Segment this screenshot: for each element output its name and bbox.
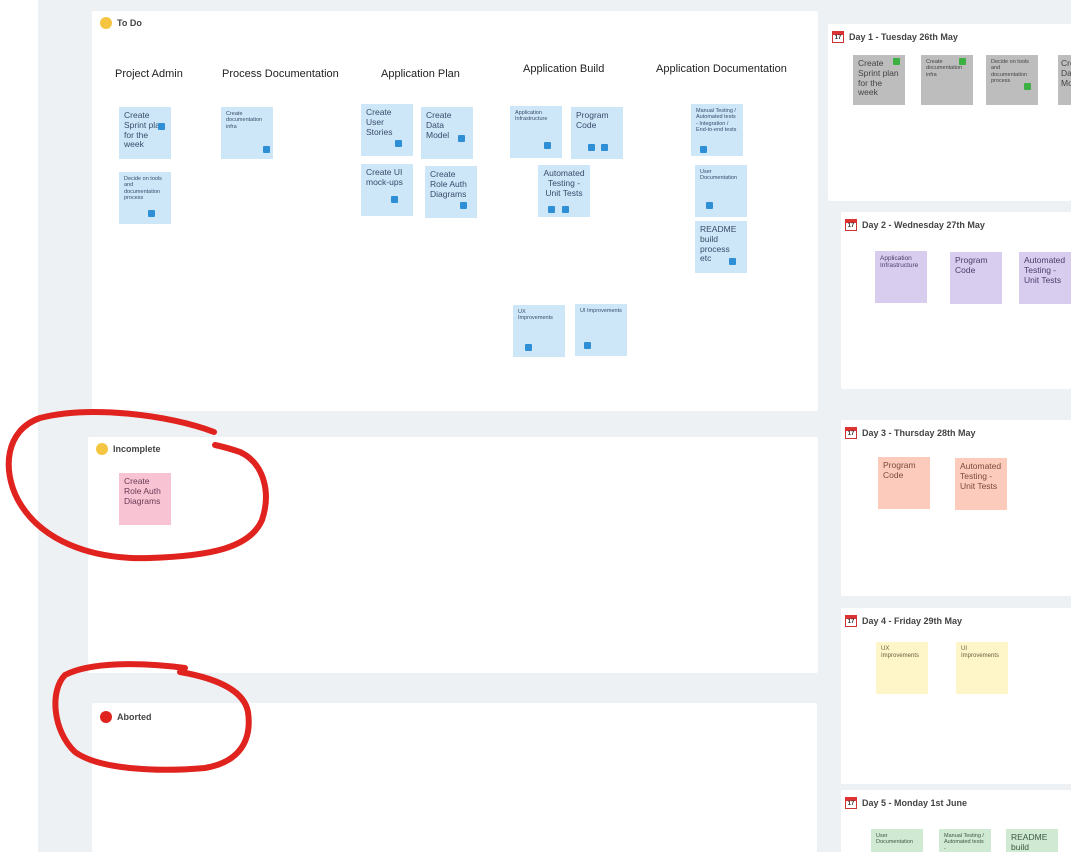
sticky-note[interactable]: User Documentation bbox=[695, 165, 747, 217]
tag-icon bbox=[395, 140, 402, 147]
sticky-note[interactable]: Automated Testing - Unit Tests bbox=[1019, 252, 1071, 304]
day-4-title: 17 Day 4 - Friday 29th May bbox=[845, 615, 962, 627]
tag-icon bbox=[525, 344, 532, 351]
day-1-frame[interactable]: 17 Day 1 - Tuesday 26th May bbox=[828, 24, 1071, 201]
sticky-note[interactable]: Create User Stories bbox=[361, 104, 413, 156]
sticky-note[interactable]: README build bbox=[1006, 829, 1058, 852]
tag-icon bbox=[548, 206, 555, 213]
aborted-frame-title: Aborted bbox=[100, 711, 152, 723]
tag-icon bbox=[584, 342, 591, 349]
day-1-title: 17 Day 1 - Tuesday 26th May bbox=[832, 31, 958, 43]
calendar-icon: 17 bbox=[845, 219, 857, 231]
tag-icon bbox=[458, 135, 465, 142]
incomplete-frame-title: Incomplete bbox=[96, 443, 161, 455]
sticky-note[interactable]: Create Sprint plan for the week bbox=[119, 107, 171, 159]
tag-icon bbox=[391, 196, 398, 203]
calendar-icon: 17 bbox=[845, 615, 857, 627]
sad-face-icon bbox=[96, 443, 108, 455]
sticky-note[interactable]: Decide on tools and documentation proces… bbox=[119, 172, 171, 224]
todo-frame-title: To Do bbox=[100, 17, 142, 29]
tag-icon bbox=[158, 123, 165, 130]
sticky-note[interactable]: Create Role Auth Diagrams bbox=[425, 166, 477, 218]
sticky-note[interactable]: Automated Testing - Unit Tests bbox=[955, 458, 1007, 510]
column-header-application-build: Application Build bbox=[523, 63, 605, 75]
sticky-note[interactable]: Application Infrastructure bbox=[875, 251, 927, 303]
calendar-icon: 17 bbox=[832, 31, 844, 43]
sticky-note[interactable]: UI Improvements bbox=[956, 642, 1008, 694]
anxious-face-icon bbox=[100, 17, 112, 29]
sticky-note[interactable]: Decide on tools and documentation proces… bbox=[986, 55, 1038, 105]
sticky-note[interactable]: Manual Testing / Automated tests - bbox=[939, 829, 991, 852]
sticky-note[interactable]: UX Improvements bbox=[513, 305, 565, 357]
sticky-note[interactable]: Create UI mock-ups bbox=[361, 164, 413, 216]
day-4-frame[interactable]: 17 Day 4 - Friday 29th May bbox=[841, 608, 1071, 784]
day-3-title: 17 Day 3 - Thursday 28th May bbox=[845, 427, 976, 439]
sticky-note[interactable]: UX Improvements bbox=[876, 642, 928, 694]
day-5-title: 17 Day 5 - Monday 1st June bbox=[845, 797, 967, 809]
checkmark-icon bbox=[893, 58, 900, 65]
column-header-application-documentation: Application Documentation bbox=[656, 63, 787, 75]
tag-icon bbox=[148, 210, 155, 217]
day-2-title: 17 Day 2 - Wednesday 27th May bbox=[845, 219, 985, 231]
calendar-icon: 17 bbox=[845, 427, 857, 439]
column-header-project-admin: Project Admin bbox=[115, 68, 183, 80]
sticky-note[interactable]: Program Code bbox=[571, 107, 623, 159]
checkmark-icon bbox=[959, 58, 966, 65]
tag-icon bbox=[460, 202, 467, 209]
sticky-note[interactable]: UI Improvements bbox=[575, 304, 627, 356]
tag-icon bbox=[588, 144, 595, 151]
tag-icon bbox=[601, 144, 608, 151]
sticky-note[interactable]: Program Code bbox=[950, 252, 1002, 304]
column-header-application-plan: Application Plan bbox=[381, 68, 460, 80]
calendar-icon: 17 bbox=[845, 797, 857, 809]
column-header-process-documentation: Process Documentation bbox=[222, 68, 339, 80]
sticky-note[interactable]: Create Role Auth Diagrams bbox=[119, 473, 171, 525]
checkmark-icon bbox=[1024, 83, 1031, 90]
tag-icon bbox=[263, 146, 270, 153]
tag-icon bbox=[544, 142, 551, 149]
aborted-frame[interactable]: Aborted bbox=[92, 703, 817, 852]
incomplete-frame[interactable]: Incomplete bbox=[88, 437, 818, 673]
tag-icon bbox=[706, 202, 713, 209]
tag-icon bbox=[729, 258, 736, 265]
sticky-note[interactable]: Application Infrastructure bbox=[510, 106, 562, 158]
tag-icon bbox=[700, 146, 707, 153]
sticky-note[interactable]: README build process etc bbox=[695, 221, 747, 273]
tag-icon bbox=[562, 206, 569, 213]
red-circle-icon bbox=[100, 711, 112, 723]
sticky-note[interactable]: Create Data Model bbox=[1058, 55, 1071, 105]
sticky-note[interactable]: Create Data Model bbox=[421, 107, 473, 159]
sticky-note[interactable]: Program Code bbox=[878, 457, 930, 509]
sticky-note[interactable]: Manual Testing / Automated tests - Integ… bbox=[691, 104, 743, 156]
sticky-note[interactable]: User Documentation bbox=[871, 829, 923, 852]
